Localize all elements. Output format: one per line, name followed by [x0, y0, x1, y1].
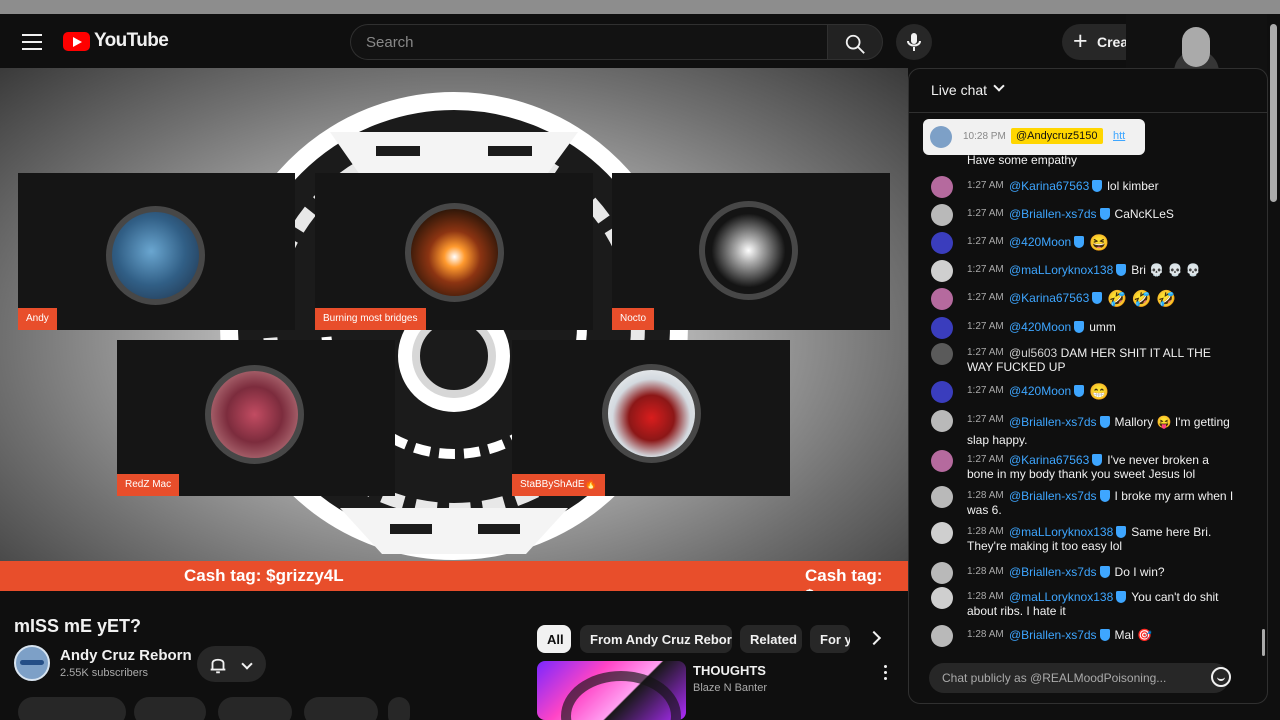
- verified-shield-icon: [1099, 490, 1110, 502]
- user-avatar[interactable]: [931, 522, 953, 544]
- chip-all[interactable]: All: [537, 625, 571, 653]
- pinned-message-link[interactable]: htt: [1113, 130, 1125, 142]
- like-dislike-button[interactable]: [18, 697, 126, 720]
- user-avatar[interactable]: [931, 343, 953, 365]
- save-button[interactable]: [218, 697, 292, 720]
- live-chat-mode-selector[interactable]: Live chat: [931, 82, 987, 98]
- participant-tile-stabbyshade[interactable]: StaBByShAdE🔥: [512, 340, 790, 496]
- participant-avatar: [699, 201, 798, 300]
- chip-from-channel[interactable]: From Andy Cruz Reborn: [580, 625, 732, 653]
- live-chat-panel: Live chat 10:28 PM @Andycruz5150 htt Hav…: [908, 68, 1268, 704]
- user-avatar[interactable]: [931, 450, 953, 472]
- youtube-logo[interactable]: YouTube: [63, 30, 169, 52]
- user-avatar[interactable]: [931, 260, 953, 282]
- user-avatar[interactable]: [931, 176, 953, 198]
- participant-name-label: Andy: [18, 308, 57, 330]
- user-avatar[interactable]: [931, 410, 953, 432]
- user-avatar[interactable]: [931, 288, 953, 310]
- search-icon: [845, 34, 865, 54]
- emoji-icon[interactable]: [1211, 667, 1231, 687]
- pinned-message-time: 10:28 PM: [963, 131, 1006, 142]
- verified-shield-icon: [1099, 629, 1110, 641]
- user-avatar[interactable]: [931, 625, 953, 647]
- pinned-chat-message[interactable]: 10:28 PM @Andycruz5150 htt: [923, 119, 1145, 155]
- microphone-icon: [907, 33, 921, 51]
- chevron-down-icon[interactable]: [993, 80, 1005, 92]
- verified-shield-icon: [1116, 526, 1127, 538]
- participant-avatar: [106, 206, 205, 305]
- bell-icon: [210, 658, 226, 674]
- chat-message-input[interactable]: Chat publicly as @REALMoodPoisoning...: [929, 663, 1229, 693]
- more-actions-button[interactable]: [388, 697, 410, 720]
- verified-shield-icon: [1092, 292, 1103, 304]
- share-button[interactable]: [134, 697, 206, 720]
- participant-tile-nocto[interactable]: Nocto: [612, 173, 890, 330]
- top-navigation-bar: YouTube Search Creat: [0, 0, 1280, 68]
- chevron-right-icon[interactable]: [866, 630, 882, 646]
- pinned-message-user[interactable]: @Andycruz5150: [1011, 128, 1103, 144]
- participant-name-label: RedZ Mac: [117, 474, 180, 496]
- chip-related[interactable]: Related: [740, 625, 802, 653]
- search-input[interactable]: Search: [350, 24, 828, 60]
- youtube-logo-text: YouTube: [94, 30, 169, 51]
- ticker-text: Cash tag: $grizzy4L: [184, 566, 344, 585]
- participant-tile-andy[interactable]: Andy: [18, 173, 295, 330]
- verified-shield-icon: [1074, 385, 1085, 397]
- participant-avatar: [602, 364, 701, 463]
- verified-shield-icon: [1074, 236, 1085, 248]
- user-avatar[interactable]: [931, 204, 953, 226]
- live-chat-header: Live chat: [909, 69, 1267, 113]
- user-avatar[interactable]: [931, 486, 953, 508]
- notification-bell-button[interactable]: [197, 646, 266, 682]
- user-avatar[interactable]: [931, 562, 953, 584]
- search-button[interactable]: [827, 24, 883, 60]
- menu-icon[interactable]: [22, 34, 42, 50]
- verified-shield-icon: [1099, 566, 1110, 578]
- participant-name-label: Burning most bridges: [315, 308, 426, 330]
- voice-search-button[interactable]: [896, 24, 932, 60]
- user-avatar[interactable]: [931, 232, 953, 254]
- related-video-channel[interactable]: Blaze N Banter: [693, 682, 767, 694]
- chat-message-list: 1:27 AM @Karina67563 lol kimber 1:27 AM @Br…: [909, 151, 1259, 651]
- participant-name-label: StaBByShAdE🔥: [512, 474, 605, 496]
- user-avatar[interactable]: [931, 317, 953, 339]
- participant-tile-redz-mac[interactable]: RedZ Mac: [117, 340, 395, 496]
- verified-shield-icon: [1074, 321, 1085, 333]
- create-button[interactable]: Creat: [1062, 24, 1133, 60]
- pinned-user-avatar: [930, 126, 952, 148]
- video-player[interactable]: Andy Burning most bridges Nocto RedZ Mac…: [0, 68, 908, 591]
- channel-name[interactable]: Andy Cruz Reborn: [60, 647, 192, 664]
- user-avatar[interactable]: [931, 381, 953, 403]
- cash-tag-ticker: Cash tag: $grizzy4L Cash tag: $gr: [0, 561, 908, 591]
- video-actions-row: [14, 697, 414, 720]
- chat-scrollbar[interactable]: [1262, 629, 1265, 656]
- subscriber-count: 2.55K subscribers: [60, 667, 149, 679]
- youtube-logo-icon: [63, 31, 90, 51]
- verified-shield-icon: [1099, 208, 1110, 220]
- chip-for-you[interactable]: For y: [810, 625, 850, 653]
- chevron-down-icon: [241, 658, 253, 670]
- participant-avatar: [405, 203, 504, 302]
- user-avatar[interactable]: [931, 587, 953, 609]
- page-scrollbar[interactable]: [1270, 24, 1277, 202]
- more-vert-icon[interactable]: [884, 665, 888, 681]
- verified-shield-icon: [1116, 591, 1127, 603]
- verified-shield-icon: [1116, 264, 1127, 276]
- channel-avatar[interactable]: [14, 645, 50, 681]
- verified-shield-icon: [1092, 180, 1103, 192]
- verified-shield-icon: [1092, 454, 1103, 466]
- related-video-title[interactable]: THOUGHTS: [693, 663, 766, 678]
- ticker-text-repeat: Cash tag: $gr: [805, 566, 883, 591]
- clip-button[interactable]: [304, 697, 378, 720]
- video-title: mISS mE yET?: [14, 616, 142, 636]
- participant-tile-burning-most-bridges[interactable]: Burning most bridges: [315, 173, 593, 330]
- verified-shield-icon: [1099, 416, 1110, 428]
- participant-name-label: Nocto: [612, 308, 655, 330]
- related-video-thumbnail[interactable]: [537, 661, 686, 720]
- participant-avatar: [205, 365, 304, 464]
